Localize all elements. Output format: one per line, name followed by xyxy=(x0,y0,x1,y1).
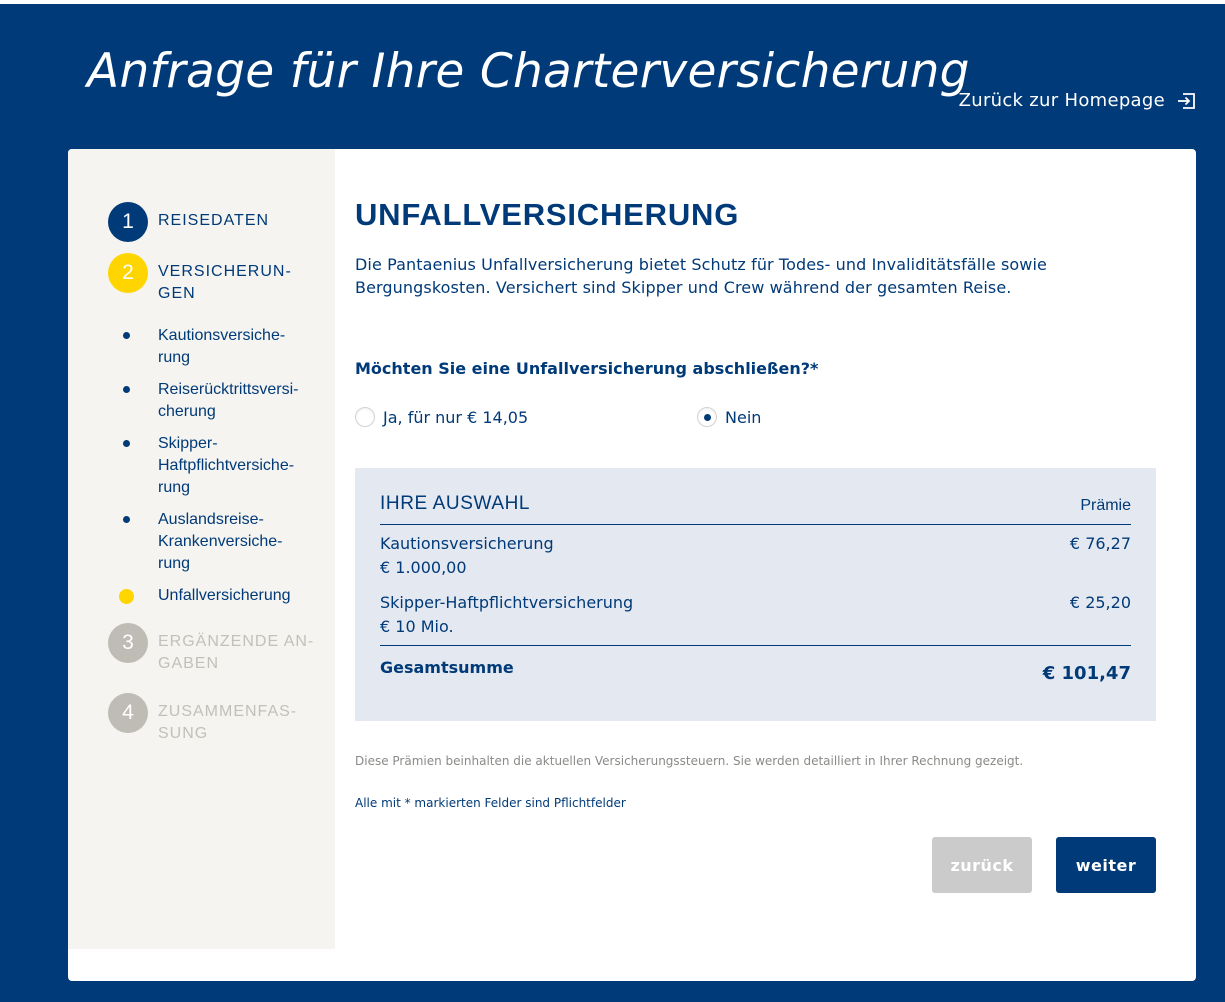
bullet-dot xyxy=(123,386,130,393)
summary-row: Skipper-Haftpflichtversicherung € 10 Mio… xyxy=(380,591,1131,639)
bullet-dot xyxy=(123,332,130,339)
step-number: 3 xyxy=(108,623,148,663)
step-label: ERGÄNZENDE AN- GABEN xyxy=(158,633,315,672)
premium-column-label: Prämie xyxy=(1080,497,1131,514)
radio-option-nein[interactable]: Nein xyxy=(697,407,761,427)
substep-label: Unfallversicherung xyxy=(158,587,291,604)
main-content: UNFALLVERSICHERUNG Die Pantaenius Unfall… xyxy=(355,149,1156,981)
radio-label: Nein xyxy=(725,407,762,427)
back-button[interactable]: zurück xyxy=(932,837,1032,893)
row-name: Skipper-Haftpflichtversicherung xyxy=(380,593,634,612)
substep-label: Kautionsversiche- rung xyxy=(158,327,286,366)
step-reisedaten[interactable]: 1 REISEDATEN xyxy=(108,202,318,242)
radio-option-ja[interactable]: Ja, für nur € 14,05 xyxy=(355,407,528,427)
page-title: Anfrage für Ihre Charterversicherung xyxy=(87,44,970,99)
required-fields-note: Alle mit * markierten Felder sind Pflich… xyxy=(355,796,626,810)
tax-note: Diese Prämien beinhalten die aktuellen V… xyxy=(355,754,1024,768)
step-number: 4 xyxy=(108,693,148,733)
selection-summary: IHRE AUSWAHL Prämie Kautionsversicherung… xyxy=(355,468,1156,721)
current-step-dot xyxy=(119,589,134,604)
row-name: Kautionsversicherung xyxy=(380,534,554,553)
home-link[interactable]: Zurück zur Homepage xyxy=(959,90,1195,111)
step-number: 1 xyxy=(108,202,148,242)
total-value: € 101,47 xyxy=(1042,663,1131,684)
page-background: Anfrage für Ihre Charterversicherung Zur… xyxy=(0,4,1225,1002)
radio-label: Ja, für nur € 14,05 xyxy=(383,407,529,427)
bullet-dot xyxy=(123,440,130,447)
step-label: REISEDATEN xyxy=(158,212,270,229)
substep-auslandsreise[interactable]: Auslandsreise- Krankenversiche- rung xyxy=(123,509,313,575)
summary-total: Gesamtsumme € 101,47 xyxy=(380,645,1131,684)
total-label: Gesamtsumme xyxy=(380,658,514,677)
step-number: 2 xyxy=(108,253,148,293)
row-price: € 76,27 xyxy=(1069,534,1131,553)
bullet-dot xyxy=(123,516,130,523)
summary-row: Kautionsversicherung € 1.000,00 € 76,27 xyxy=(380,532,1131,580)
progress-sidebar: 1 REISEDATEN 2 VERSICHERUN- GEN Kautions… xyxy=(68,149,335,949)
radio-circle[interactable] xyxy=(355,407,375,427)
radio-circle-selected[interactable] xyxy=(697,407,717,427)
row-detail: € 1.000,00 xyxy=(380,558,467,577)
substep-skipper-haftpflicht[interactable]: Skipper- Haftpflichtversiche- rung xyxy=(123,433,313,499)
next-button[interactable]: weiter xyxy=(1056,837,1156,893)
summary-header: IHRE AUSWAHL Prämie xyxy=(380,493,1131,525)
radio-selected-dot xyxy=(703,413,711,421)
substep-label: Auslandsreise- Krankenversiche- rung xyxy=(158,511,283,572)
summary-title: IHRE AUSWAHL xyxy=(380,493,531,514)
substep-label: Reiserücktrittsversi- cherung xyxy=(158,381,299,420)
substep-label: Skipper- Haftpflichtversiche- rung xyxy=(158,435,295,496)
row-price: € 25,20 xyxy=(1069,593,1131,612)
step-label: VERSICHERUN- GEN xyxy=(158,263,292,302)
form-card: 1 REISEDATEN 2 VERSICHERUN- GEN Kautions… xyxy=(68,149,1196,981)
home-link-label: Zurück zur Homepage xyxy=(958,90,1165,111)
substep-unfall[interactable]: Unfallversicherung xyxy=(119,585,313,607)
substep-kaution[interactable]: Kautionsversiche- rung xyxy=(123,325,313,369)
step-label: ZUSAMMENFAS- SUNG xyxy=(158,703,298,742)
question-label: Möchten Sie eine Unfallversicherung absc… xyxy=(355,359,819,378)
intro-text: Die Pantaenius Unfallversicherung bietet… xyxy=(355,255,1047,297)
row-detail: € 10 Mio. xyxy=(380,617,454,636)
step-versicherungen[interactable]: 2 VERSICHERUN- GEN xyxy=(108,253,318,305)
exit-icon xyxy=(1177,92,1195,109)
step-ergaenzende-angaben: 3 ERGÄNZENDE AN- GABEN xyxy=(108,623,318,675)
section-title: UNFALLVERSICHERUNG xyxy=(355,197,740,232)
step-zusammenfassung: 4 ZUSAMMENFAS- SUNG xyxy=(108,693,318,745)
substep-reiseruecktritt[interactable]: Reiserücktrittsversi- cherung xyxy=(123,379,313,423)
